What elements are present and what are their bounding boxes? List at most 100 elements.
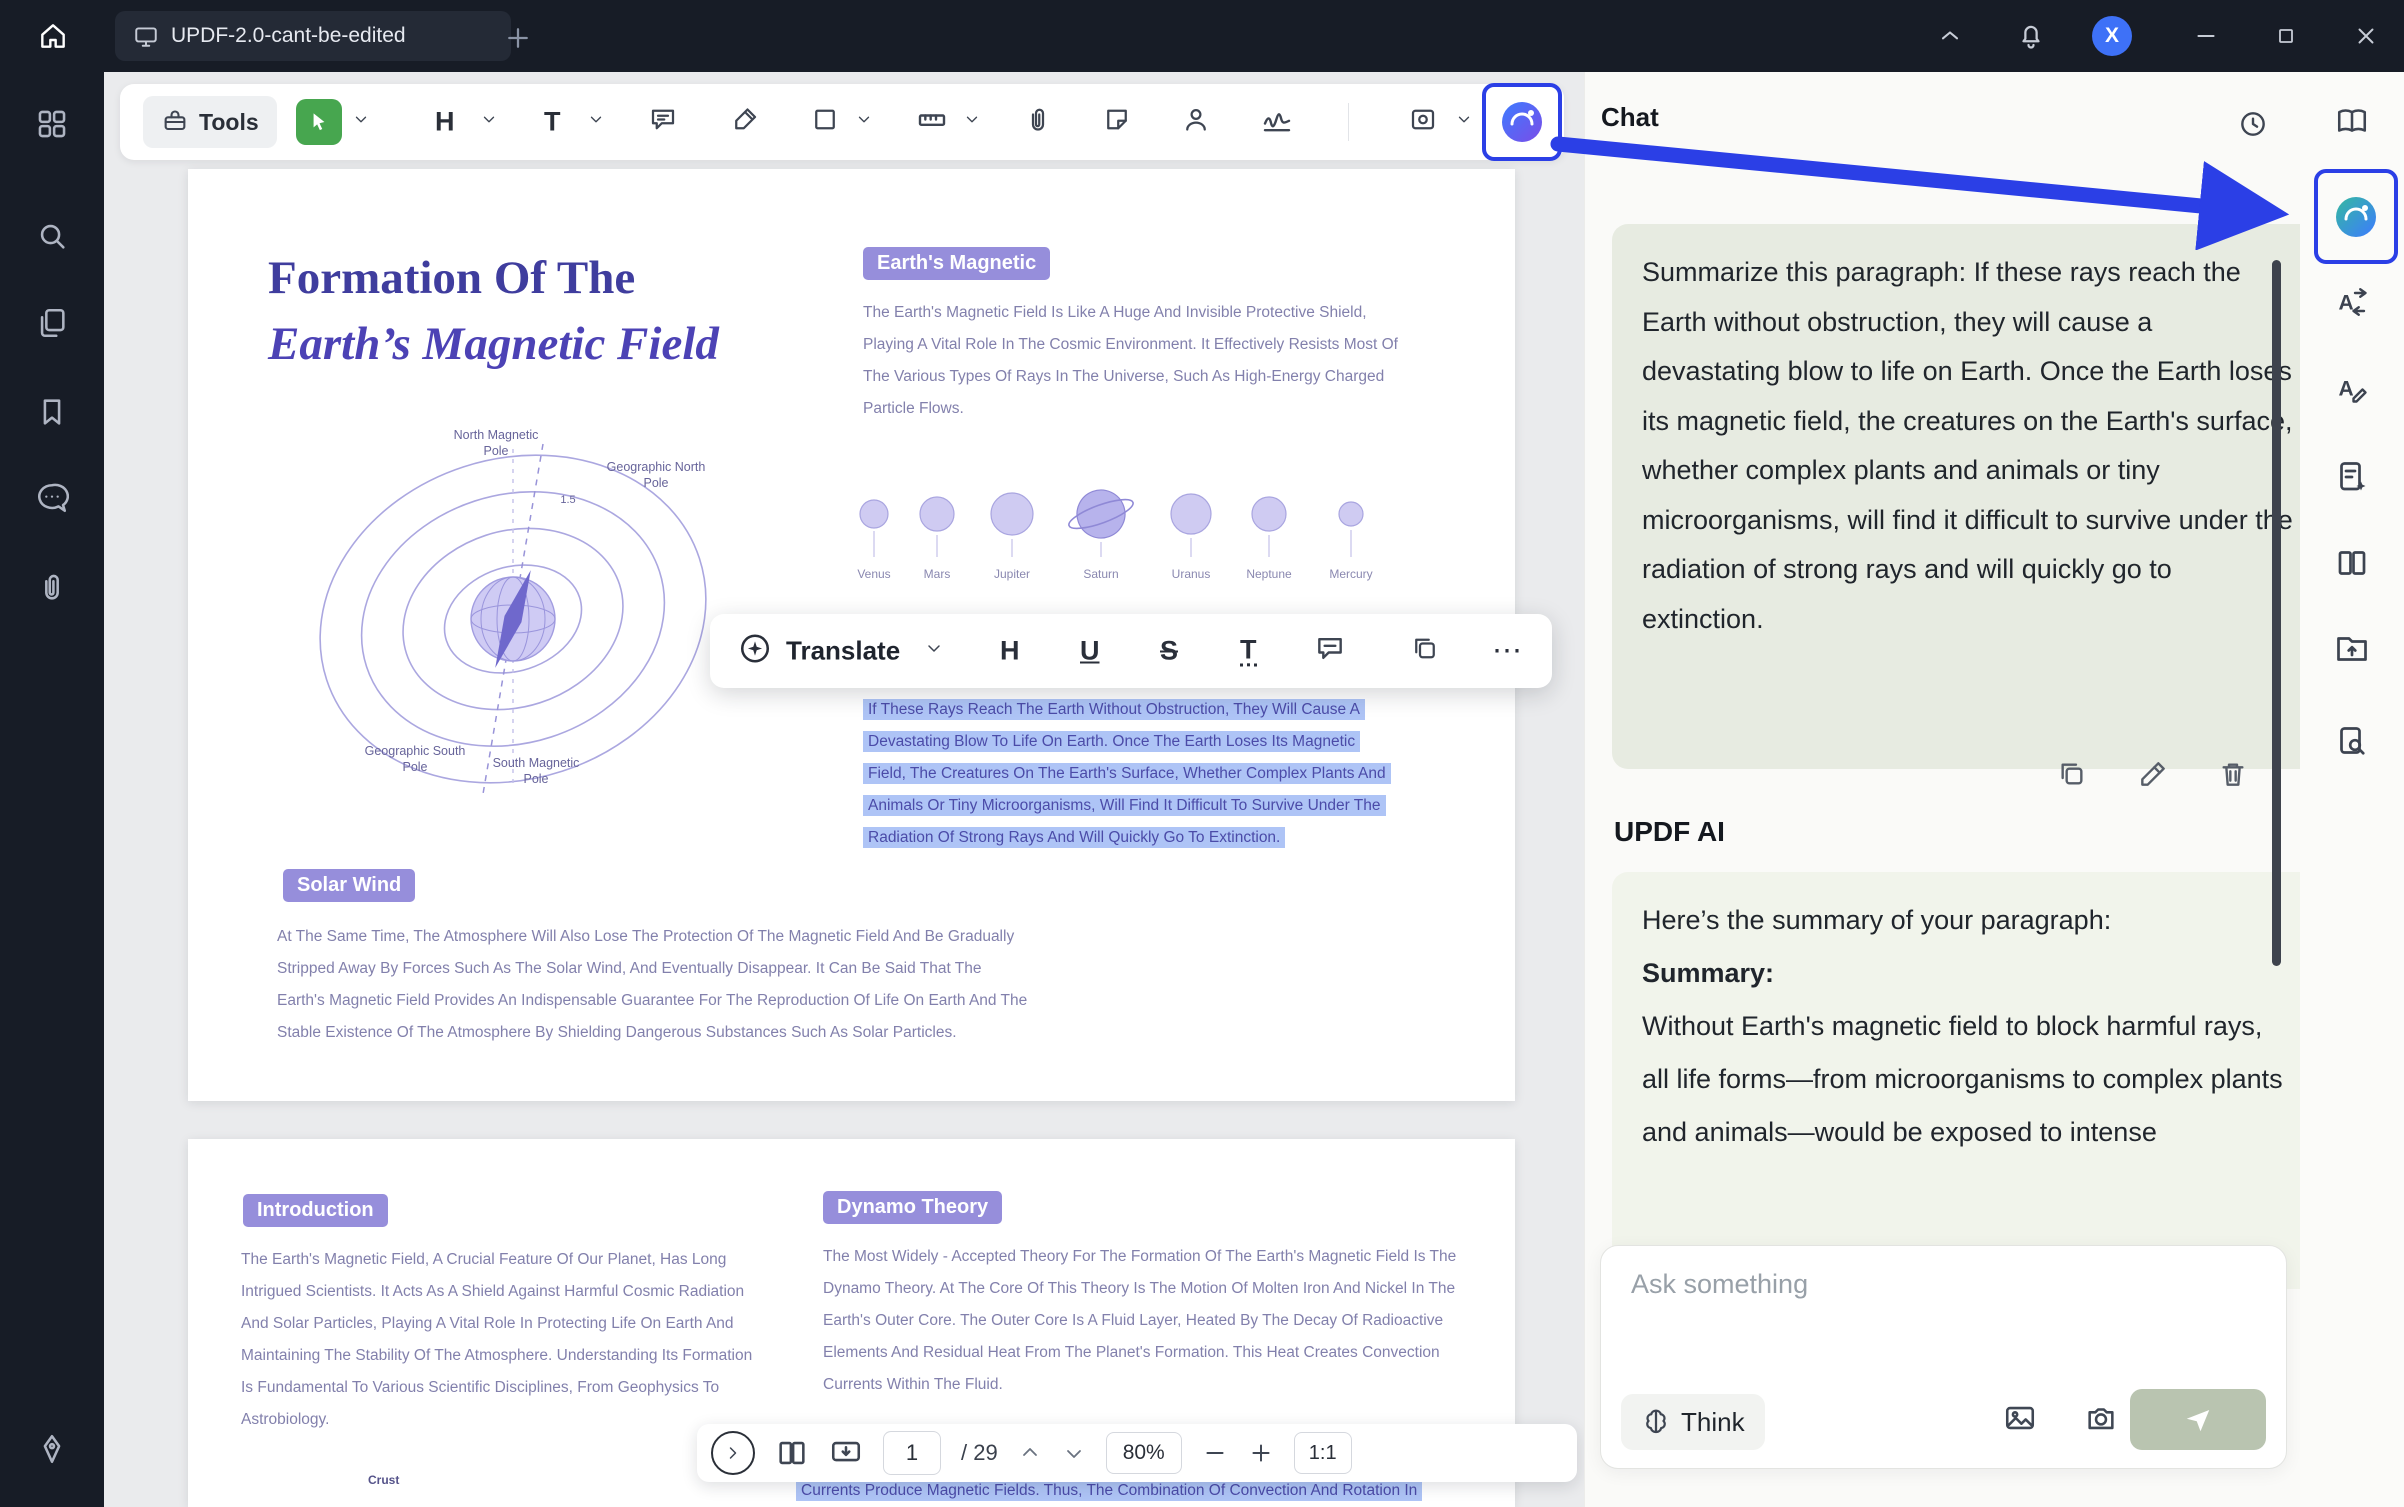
sidebar-item-pages[interactable]	[34, 305, 70, 341]
page-number-input[interactable]	[883, 1431, 941, 1475]
zoom-in-button[interactable]	[1248, 1440, 1274, 1466]
chat-scrollbar[interactable]	[2272, 260, 2281, 966]
maximize-button[interactable]	[2266, 16, 2306, 56]
stamp-tool-button[interactable]	[1181, 105, 1211, 140]
crust-label: Crust	[368, 1473, 399, 1487]
measure-tool-dropdown[interactable]	[963, 111, 981, 134]
signature-tool-button[interactable]	[1261, 104, 1293, 141]
square-icon	[810, 105, 840, 135]
ai-assistant-panel-button[interactable]	[2314, 169, 2398, 264]
titlebar-collapse-button[interactable]	[1930, 16, 1970, 56]
paragraph-earths-magnetic: The Earth's Magnetic Field Is Like A Hug…	[863, 297, 1408, 425]
highlighted-line: Field, The Creatures On The Earth's Surf…	[863, 763, 1391, 784]
reader-mode-button[interactable]	[2332, 102, 2372, 142]
heading-tool-button[interactable]: H	[435, 107, 455, 138]
bell-icon	[2016, 20, 2046, 50]
page-layout-button[interactable]	[775, 1436, 809, 1470]
copy-message-button[interactable]	[2056, 758, 2088, 795]
comment-button[interactable]	[1314, 633, 1346, 670]
avatar[interactable]: X	[2092, 16, 2132, 56]
rewrite-panel-button[interactable]: A	[2332, 368, 2372, 408]
sidebar-item-attachments[interactable]	[34, 569, 70, 605]
translate-dropdown[interactable]	[924, 639, 944, 664]
chevron-down-icon	[587, 111, 605, 129]
text-tool-button[interactable]: T	[544, 107, 561, 138]
export-panel-button[interactable]	[2332, 629, 2372, 669]
sticker-tool-button[interactable]	[1102, 105, 1132, 140]
think-toggle-button[interactable]: Think	[1621, 1394, 1765, 1450]
ai-sender-name: UPDF AI	[1614, 816, 1725, 848]
translate-button[interactable]: Translate	[786, 636, 900, 667]
updf-ai-icon	[2332, 193, 2380, 241]
paperclip-icon	[1023, 105, 1053, 135]
send-button[interactable]	[2130, 1389, 2266, 1450]
new-tab-button[interactable]	[498, 18, 538, 58]
maximize-icon	[2274, 24, 2298, 48]
close-button[interactable]	[2346, 16, 2386, 56]
highlight-button[interactable]: H	[1000, 636, 1020, 667]
expand-controls-button[interactable]	[711, 1431, 755, 1475]
chat-input-card: Think	[1600, 1245, 2287, 1469]
squiggly-underline-button[interactable]: T	[1240, 635, 1257, 666]
translate-a-icon: A	[2334, 284, 2370, 320]
sidebar-item-bookmarks[interactable]	[34, 394, 70, 430]
page-total: / 29	[961, 1440, 998, 1466]
sticker-icon	[1102, 105, 1132, 135]
document-tab[interactable]: UPDF-2.0-cant-be-edited	[115, 11, 511, 61]
summarize-panel-button[interactable]	[2332, 457, 2372, 497]
home-button[interactable]	[30, 13, 76, 59]
updf-ai-icon	[1498, 98, 1546, 146]
selected-text-block[interactable]: If These Rays Reach The Earth Without Ob…	[863, 701, 1423, 861]
comment-tool-button[interactable]	[648, 105, 678, 140]
cursor-icon	[306, 109, 332, 135]
pen-tool-button[interactable]	[730, 105, 760, 140]
more-options-button[interactable]: ⋯	[1492, 634, 1524, 669]
heading-tool-dropdown[interactable]	[480, 111, 498, 134]
insert-image-button[interactable]	[2003, 1401, 2037, 1440]
presentation-button[interactable]	[829, 1436, 863, 1470]
sidebar-item-comments[interactable]	[34, 480, 70, 516]
screenshot-tool-button[interactable]	[1408, 105, 1438, 140]
sidebar-item-apps[interactable]	[34, 106, 70, 142]
selection-toolbar: Translate H U S T ⋯	[710, 614, 1552, 688]
search-document-button[interactable]	[2332, 722, 2372, 762]
attach-tool-button[interactable]	[1023, 105, 1053, 140]
pen-nib-icon	[35, 1432, 69, 1466]
planet-label: Neptune	[1231, 567, 1307, 581]
sidebar-item-search[interactable]	[34, 218, 70, 254]
chevron-up-icon	[1936, 22, 1964, 50]
zoom-level[interactable]: 80%	[1106, 1432, 1182, 1474]
screenshot-tool-dropdown[interactable]	[1455, 111, 1473, 134]
tools-button[interactable]: Tools	[143, 96, 277, 148]
notifications-button[interactable]	[2010, 14, 2052, 56]
person-icon	[1181, 105, 1211, 135]
paperclip-icon	[35, 570, 69, 604]
next-page-button[interactable]	[1062, 1441, 1086, 1465]
highlighted-line: If These Rays Reach The Earth Without Ob…	[863, 699, 1365, 720]
compare-view-button[interactable]	[2332, 543, 2372, 583]
measure-tool-button[interactable]	[916, 104, 948, 141]
actual-size-button[interactable]: 1:1	[1294, 1432, 1352, 1474]
delete-message-button[interactable]	[2217, 758, 2249, 795]
screenshot-capture-button[interactable]	[2084, 1401, 2118, 1440]
zoom-out-button[interactable]	[1202, 1440, 1228, 1466]
strikethrough-button[interactable]: S	[1160, 636, 1178, 667]
select-tool-button[interactable]	[296, 99, 342, 145]
sidebar-item-sign[interactable]	[34, 1431, 70, 1467]
planet-label: Saturn	[1063, 567, 1139, 581]
shape-tool-dropdown[interactable]	[855, 111, 873, 134]
minimize-button[interactable]	[2186, 16, 2226, 56]
chevron-down-icon	[1062, 1441, 1086, 1465]
comment-dots-icon	[35, 481, 69, 515]
text-tool-dropdown[interactable]	[587, 111, 605, 134]
select-tool-dropdown[interactable]	[352, 111, 370, 134]
copy-selection-button[interactable]	[1410, 634, 1440, 669]
camera-icon	[2084, 1401, 2118, 1435]
chat-input[interactable]	[1629, 1268, 2253, 1301]
previous-page-button[interactable]	[1018, 1441, 1042, 1465]
underline-button[interactable]: U	[1080, 636, 1100, 667]
edit-text-icon: A	[2334, 370, 2370, 406]
shape-tool-button[interactable]	[810, 105, 840, 140]
edit-message-button[interactable]	[2137, 758, 2169, 795]
translate-panel-button[interactable]: A	[2332, 282, 2372, 322]
